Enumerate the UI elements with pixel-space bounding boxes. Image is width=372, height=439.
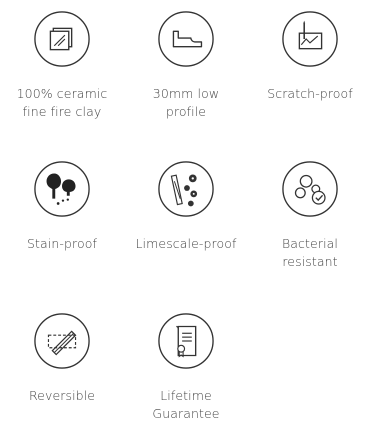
feature-guarantee: Lifetime Guarantee bbox=[124, 312, 248, 423]
feature-label: Scratch-proof bbox=[267, 86, 353, 101]
feature-label: 100% ceramic fine fire clay bbox=[16, 86, 108, 119]
feature-label: Reversible bbox=[28, 388, 96, 403]
feature-label: Stain-proof bbox=[27, 236, 97, 251]
stain-drops-icon bbox=[34, 161, 90, 217]
feature-limescale: Limescale-proof bbox=[124, 160, 248, 253]
feature-label: Lifetime Guarantee bbox=[152, 388, 220, 421]
feature-low-profile: 30mm low profile bbox=[124, 10, 248, 121]
features-grid: 100% ceramic fine fire clay 30mm low pro… bbox=[0, 0, 372, 439]
feature-scratch: Scratch-proof bbox=[248, 10, 372, 103]
low-profile-icon bbox=[158, 11, 214, 67]
feature-ceramic: 100% ceramic fine fire clay bbox=[0, 10, 124, 121]
ceramic-tile-icon bbox=[34, 11, 90, 67]
feature-label: Limescale-proof bbox=[135, 236, 237, 251]
feature-stain: Stain-proof bbox=[0, 160, 124, 253]
reversible-icon bbox=[34, 313, 90, 369]
feature-label: 30mm low profile bbox=[152, 86, 220, 119]
limescale-icon bbox=[158, 161, 214, 217]
feature-bacteria: Bacterial resistant bbox=[248, 160, 372, 271]
certificate-icon bbox=[158, 313, 214, 369]
bacteria-icon bbox=[282, 161, 338, 217]
feature-reversible: Reversible bbox=[0, 312, 124, 405]
feature-label: Bacterial resistant bbox=[282, 236, 338, 269]
scratch-proof-icon bbox=[282, 11, 338, 67]
